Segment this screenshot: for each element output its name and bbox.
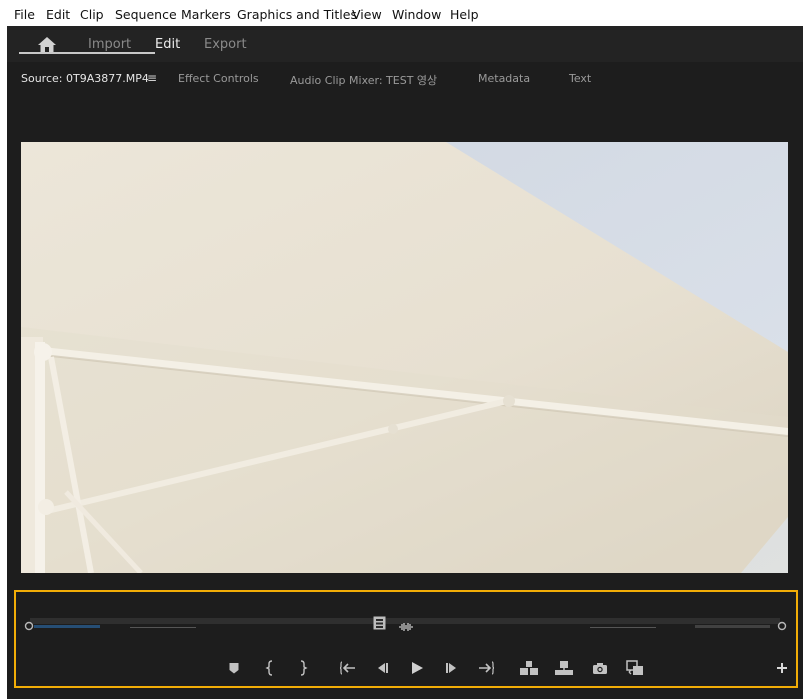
go-to-out-icon[interactable] [475, 658, 497, 678]
drag-audio-icon[interactable] [398, 617, 414, 636]
menu-help[interactable]: Help [450, 7, 479, 22]
button-editor-swap-icon[interactable] [624, 658, 646, 678]
mark-in-icon[interactable] [259, 658, 281, 678]
in-handle-icon[interactable] [24, 616, 34, 635]
panel-menu-icon[interactable]: ≡ [147, 71, 157, 85]
tab-source[interactable]: Source: 0T9A3877.MP4 [21, 72, 149, 85]
menu-view[interactable]: View [352, 7, 382, 22]
menu-clip[interactable]: Clip [80, 7, 104, 22]
duration-ghost [695, 625, 770, 628]
workspace-import[interactable]: Import [88, 37, 131, 52]
tab-metadata[interactable]: Metadata [478, 72, 530, 85]
menu-edit[interactable]: Edit [46, 7, 70, 22]
timecode-ghost [34, 625, 100, 628]
add-marker-icon[interactable] [223, 658, 245, 678]
menu-graphics-and-titles[interactable]: Graphics and Titles [237, 7, 357, 22]
menu-file[interactable]: File [14, 7, 35, 22]
menu-sequence[interactable]: Sequence [115, 7, 177, 22]
drag-video-icon[interactable] [373, 615, 386, 634]
workspace-export[interactable]: Export [204, 37, 247, 52]
play-icon[interactable] [406, 658, 428, 678]
resolution-dropdown-ghost [590, 627, 656, 628]
fit-dropdown-ghost [130, 627, 196, 628]
source-video-frame [21, 142, 788, 573]
go-to-in-icon[interactable] [337, 658, 359, 678]
overwrite-icon[interactable] [553, 658, 575, 678]
tab-audio-clip-mixer[interactable]: Audio Clip Mixer: TEST 영상 [290, 72, 437, 88]
tab-effect-controls[interactable]: Effect Controls [178, 72, 259, 85]
workspace-header: Import Edit Export [7, 26, 803, 62]
menu-markers[interactable]: Markers [181, 7, 231, 22]
active-tab-underline [19, 52, 155, 54]
mark-out-icon[interactable] [292, 658, 314, 678]
add-button-icon[interactable] [771, 658, 793, 678]
step-back-icon[interactable] [371, 658, 393, 678]
export-frame-icon[interactable] [589, 658, 611, 678]
step-forward-icon[interactable] [441, 658, 463, 678]
out-handle-icon[interactable] [777, 616, 787, 635]
workspace-edit[interactable]: Edit [155, 37, 180, 52]
menu-window[interactable]: Window [392, 7, 441, 22]
panel-tab-bar: Source: 0T9A3877.MP4 ≡ Effect Controls A… [7, 62, 803, 92]
insert-icon[interactable] [518, 658, 540, 678]
tab-text[interactable]: Text [569, 72, 591, 85]
